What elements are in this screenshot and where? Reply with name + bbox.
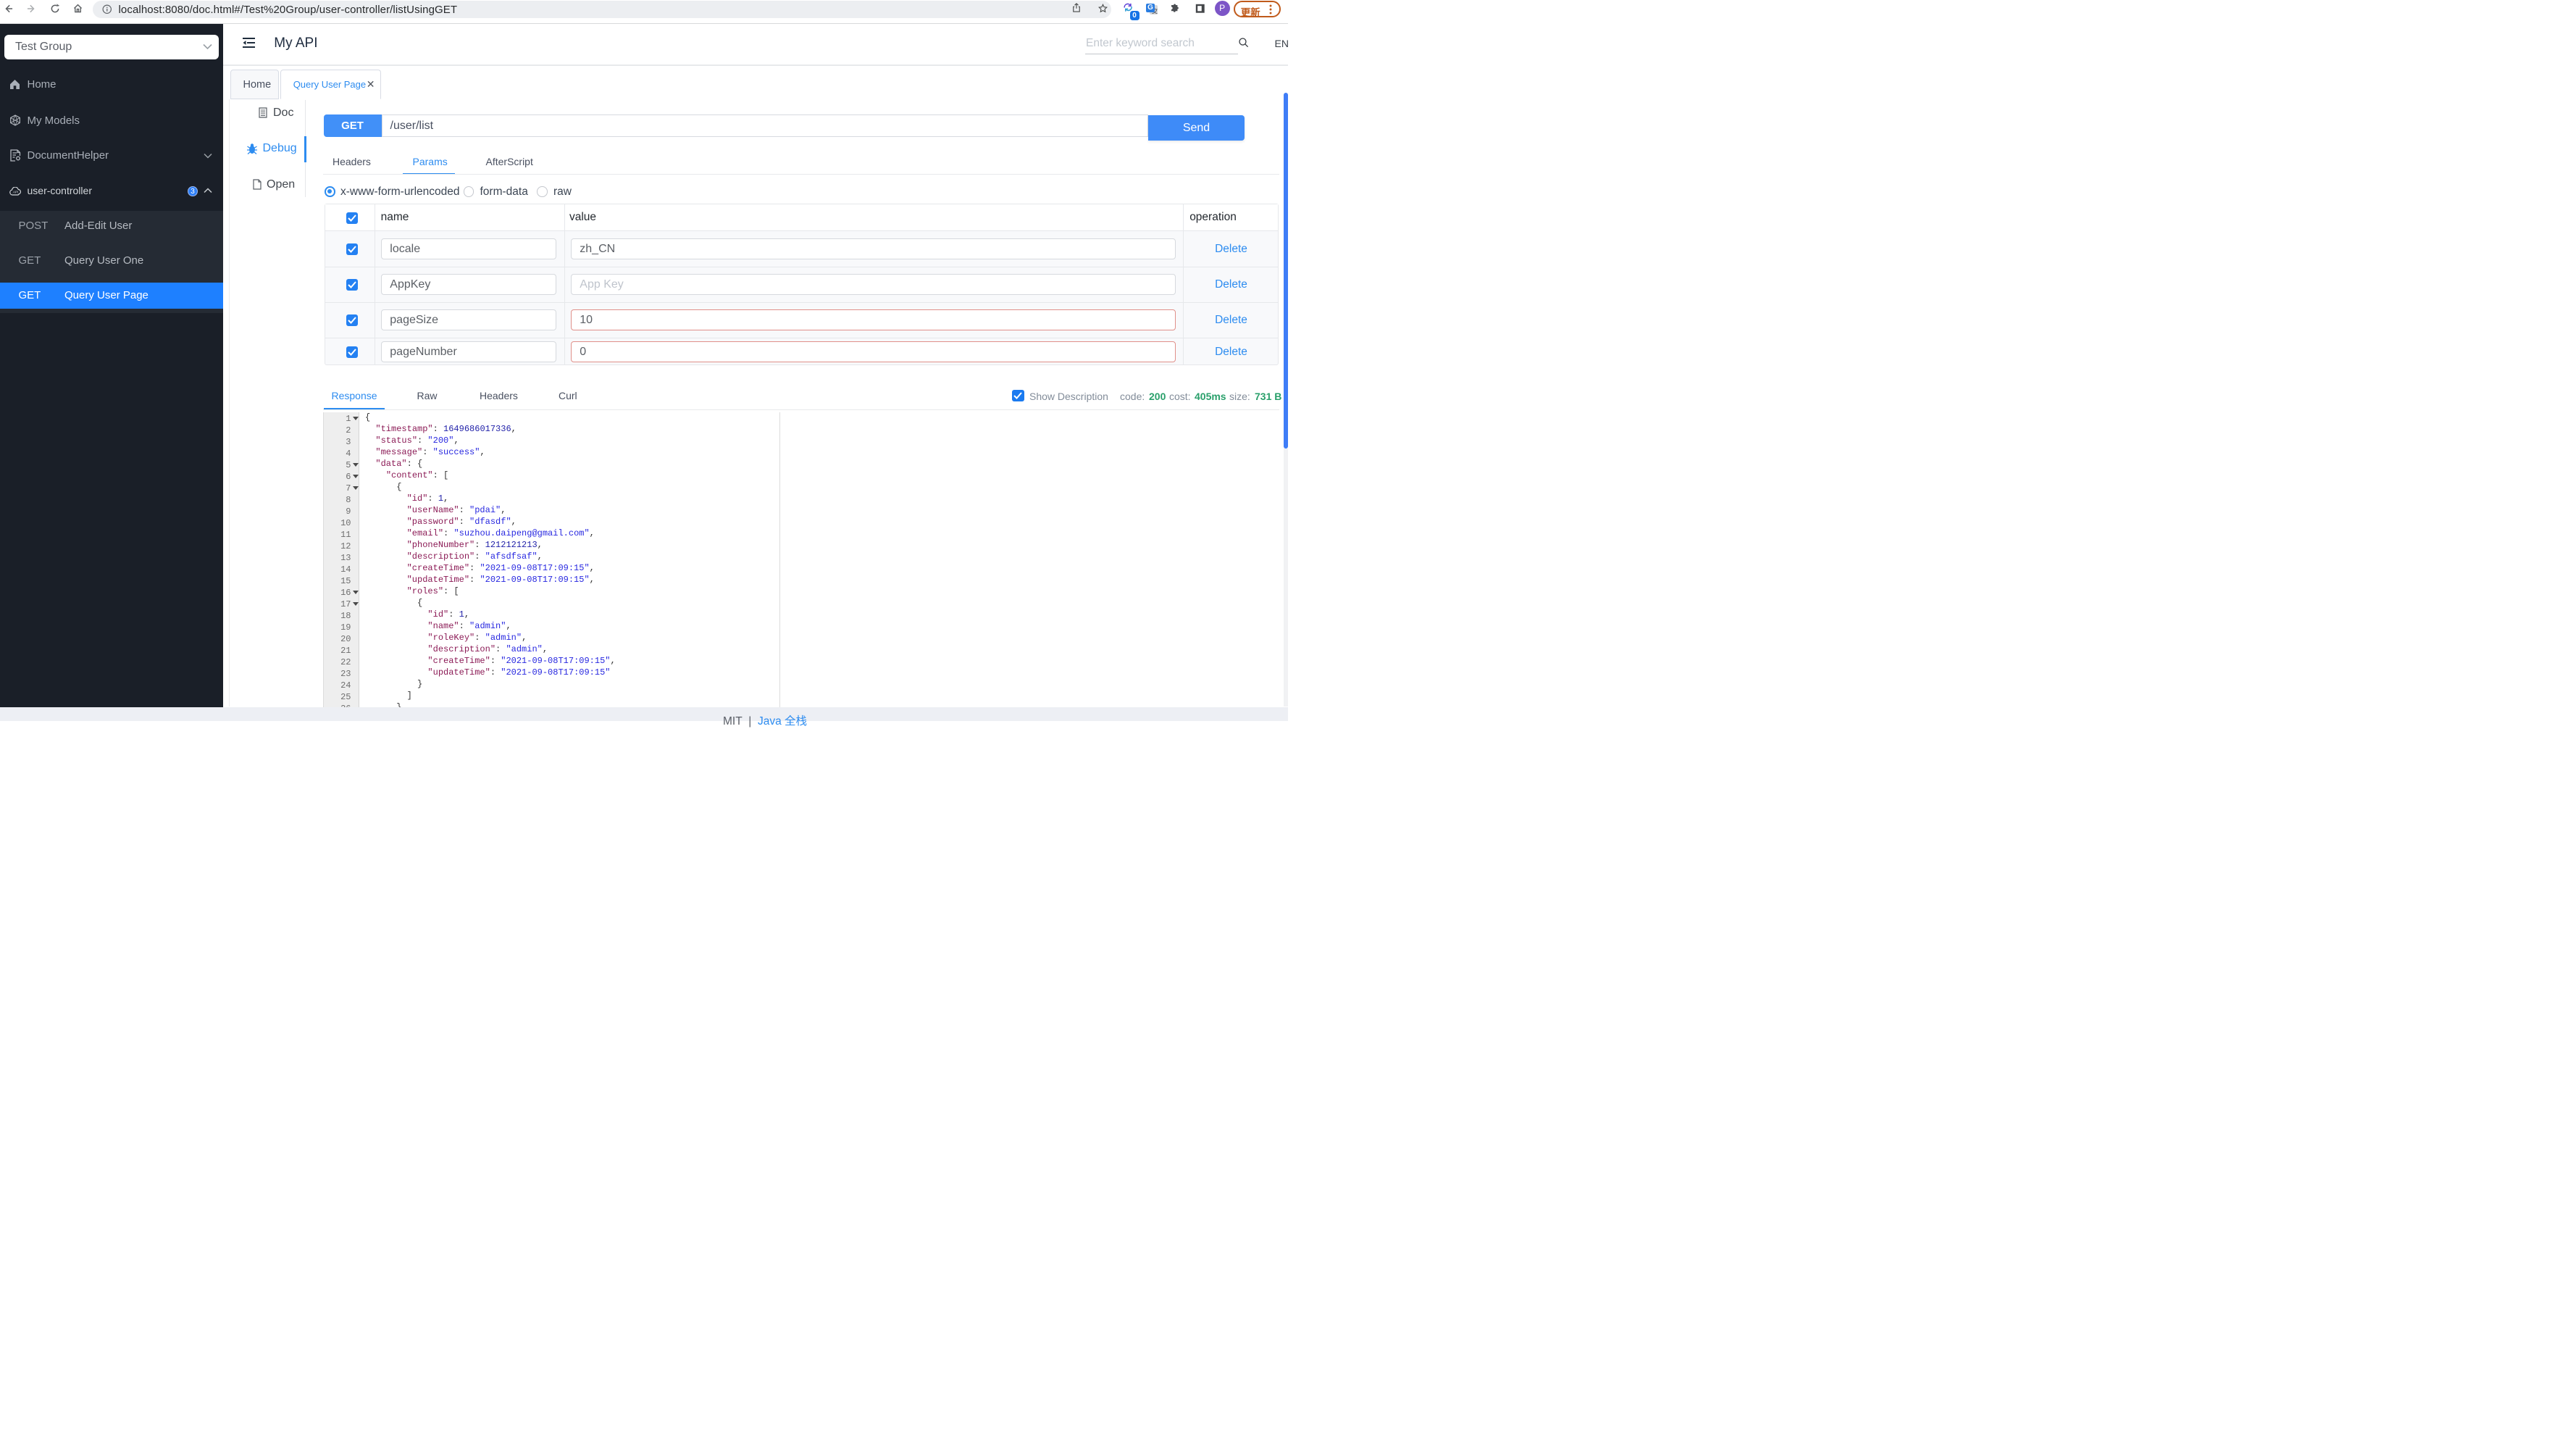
svg-text:API: API <box>12 191 19 194</box>
